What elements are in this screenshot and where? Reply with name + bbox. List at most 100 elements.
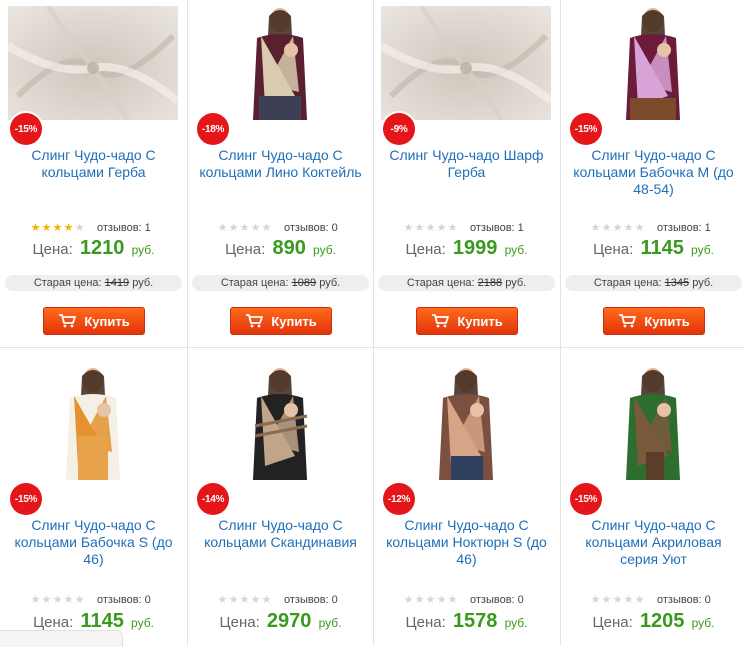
old-price-value: 1419 [104, 277, 130, 289]
product-rating: ★ ★ ★ ★ ★ отзывов: 0 [217, 594, 338, 606]
rating-stars[interactable]: ★ ★ ★ ★ ★ [403, 221, 458, 234]
price-label: Цена: [592, 614, 633, 631]
old-price-value: 1345 [664, 277, 690, 289]
rating-star-icon: ★ [63, 221, 74, 234]
grid-divider [0, 347, 745, 348]
product-image[interactable] [195, 366, 365, 480]
product-image[interactable] [8, 6, 178, 120]
discount-badge: -15% [570, 113, 602, 145]
old-price-value: 1089 [291, 277, 317, 289]
buy-button[interactable]: Купить [43, 307, 145, 335]
product-card[interactable]: -14% Слинг Чудо-чадо С кольцами Скандина… [187, 360, 374, 646]
rating-star-icon: ★ [612, 593, 623, 606]
reviews-count: отзывов: 0 [284, 594, 338, 606]
reviews-value: 1 [144, 222, 151, 234]
price-label: Цена: [33, 614, 74, 631]
product-price: Цена: 2970 руб. [187, 610, 374, 633]
rating-star-icon: ★ [261, 593, 272, 606]
product-title-link[interactable]: Слинг Чудо-чадо С кольцами Лино Коктейль [187, 147, 374, 181]
currency-label: руб. [131, 616, 154, 630]
rating-star-icon: ★ [623, 593, 634, 606]
rating-star-icon: ★ [436, 221, 447, 234]
buy-button[interactable]: Купить [416, 307, 518, 335]
product-rating: ★ ★ ★ ★ ★ отзывов: 1 [403, 222, 524, 234]
reviews-label: отзывов: [284, 222, 329, 234]
product-title-link[interactable]: Слинг Чудо-чадо С кольцами Герба [0, 147, 187, 181]
product-price: Цена: 890 руб. [187, 237, 374, 260]
price-value: 1205 [639, 610, 685, 632]
rating-stars[interactable]: ★ ★ ★ ★ ★ [30, 221, 85, 234]
product-image[interactable] [568, 6, 738, 120]
rating-stars[interactable]: ★ ★ ★ ★ ★ [403, 593, 458, 606]
rating-star-icon: ★ [217, 593, 228, 606]
product-title-line: Слинг Чудо-чадо С [31, 147, 156, 163]
rating-star-icon: ★ [425, 593, 436, 606]
buy-button-label: Купить [457, 313, 503, 329]
reviews-count: отзывов: 0 [657, 594, 711, 606]
product-rating: ★ ★ ★ ★ ★ отзывов: 0 [217, 222, 338, 234]
product-card[interactable]: -15% Слинг Чудо-чадо С кольцами Бабочка … [0, 360, 187, 646]
rating-star-icon: ★ [261, 221, 272, 234]
reviews-count: отзывов: 0 [470, 594, 524, 606]
rating-star-icon: ★ [52, 593, 63, 606]
buy-button[interactable]: Купить [230, 307, 332, 335]
rating-star-icon: ★ [634, 593, 645, 606]
price-value: 1578 [452, 610, 498, 632]
reviews-label: отзывов: [470, 222, 515, 234]
product-title-link[interactable]: Слинг Чудо-чадо С кольцами Акриловая сер… [560, 517, 745, 568]
product-title-link[interactable]: Слинг Чудо-чадо С кольцами Бабочка М (до… [560, 147, 745, 198]
product-card[interactable]: -15% Слинг Чудо-чадо С кольцами Бабочка … [560, 0, 745, 347]
product-price: Цена: 1145 руб. [560, 237, 745, 260]
product-card[interactable]: -12% Слинг Чудо-чадо С кольцами Ноктюрн … [373, 360, 560, 646]
product-photo [195, 6, 365, 120]
rating-star-icon: ★ [250, 593, 261, 606]
rating-stars[interactable]: ★ ★ ★ ★ ★ [590, 221, 645, 234]
product-title-line: Слинг Чудо-чадо С [591, 147, 716, 163]
rating-star-icon: ★ [436, 593, 447, 606]
product-title-link[interactable]: Слинг Чудо-чадо С кольцами Скандинавия [187, 517, 374, 551]
product-price: Цена: 1210 руб. [0, 237, 187, 260]
product-title-line: Слинг Чудо-чадо Шарф [389, 147, 544, 163]
floating-panel-edge [0, 630, 123, 647]
discount-badge: -14% [197, 483, 229, 515]
product-image[interactable] [195, 6, 365, 120]
rating-stars[interactable]: ★ ★ ★ ★ ★ [590, 593, 645, 606]
rating-star-icon: ★ [41, 221, 52, 234]
old-price-label: Старая цена: [220, 277, 289, 289]
currency-label: руб. [131, 243, 155, 257]
product-title-link[interactable]: Слинг Чудо-чадо С кольцами Бабочка S (до… [0, 517, 187, 568]
rating-star-icon: ★ [239, 221, 250, 234]
product-image[interactable] [381, 6, 551, 120]
rating-star-icon: ★ [447, 221, 458, 234]
rating-star-icon: ★ [634, 221, 645, 234]
reviews-label: отзывов: [284, 594, 329, 606]
product-card[interactable]: -18% Слинг Чудо-чадо С кольцами Лино Кок… [187, 0, 374, 347]
product-photo [381, 366, 551, 480]
rating-star-icon: ★ [52, 221, 63, 234]
currency-label: руб. [691, 243, 714, 257]
rating-stars[interactable]: ★ ★ ★ ★ ★ [217, 593, 272, 606]
discount-badge: -12% [383, 483, 415, 515]
buy-button[interactable]: Купить [603, 307, 705, 335]
product-card[interactable]: -15% Слинг Чудо-чадо С кольцами Акрилова… [560, 360, 745, 646]
product-image[interactable] [568, 366, 738, 480]
product-rating: ★ ★ ★ ★ ★ отзывов: 1 [590, 222, 711, 234]
rating-stars[interactable]: ★ ★ ★ ★ ★ [30, 593, 85, 606]
product-title-line: Слинг Чудо-чадо С [218, 147, 343, 163]
rating-star-icon: ★ [30, 593, 41, 606]
price-label: Цена: [405, 241, 446, 258]
product-image[interactable] [8, 366, 178, 480]
product-title-line: кольцами Бабочка М (до [573, 164, 734, 180]
product-title-link[interactable]: Слинг Чудо-чадо С кольцами Ноктюрн S (до… [373, 517, 560, 568]
product-title-line: Слинг Чудо-чадо С [591, 517, 716, 533]
product-card[interactable]: -9% Слинг Чудо-чадо Шарф Герба ★ ★ ★ ★ ★ отз… [373, 0, 560, 347]
currency-label: руб. [505, 277, 527, 289]
product-image[interactable] [381, 366, 551, 480]
price-label: Цена: [225, 241, 266, 258]
rating-stars[interactable]: ★ ★ ★ ★ ★ [217, 221, 272, 234]
price-label: Цена: [405, 614, 446, 631]
product-title-link[interactable]: Слинг Чудо-чадо Шарф Герба [373, 147, 560, 181]
buy-button-label: Купить [271, 313, 317, 329]
product-card[interactable]: -15% Слинг Чудо-чадо С кольцами Герба ★ ★… [0, 0, 187, 347]
product-photo [568, 366, 738, 480]
